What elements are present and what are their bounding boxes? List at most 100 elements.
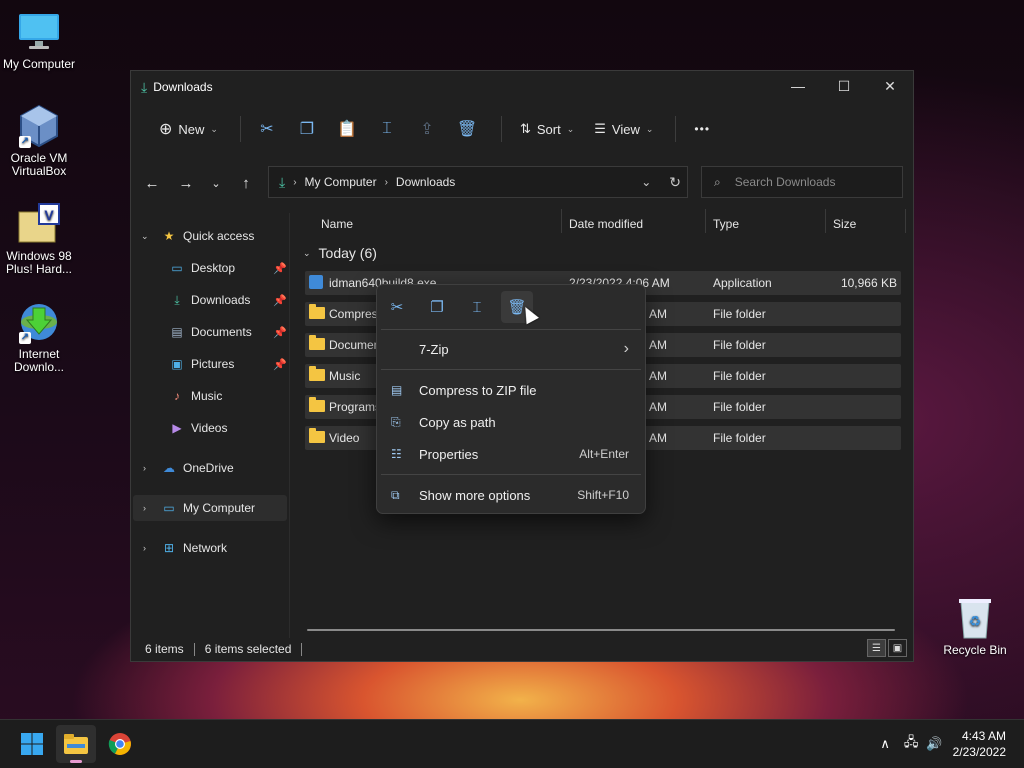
paste-button[interactable]: 📋	[331, 113, 363, 145]
column-header-size[interactable]: Size	[833, 213, 856, 235]
folder-icon	[309, 335, 325, 350]
menu-item-show-more-options[interactable]: ⧉ Show more options Shift+F10	[381, 481, 641, 509]
new-button[interactable]: ⊕ New ⌄	[151, 113, 226, 145]
tiles-view-icon: ▣	[892, 642, 903, 654]
copy-icon: ❐	[299, 121, 315, 138]
taskbar-file-explorer[interactable]	[56, 725, 96, 763]
tiles-view-button[interactable]: ▣	[888, 639, 907, 657]
column-divider[interactable]	[825, 209, 826, 233]
column-divider[interactable]	[561, 209, 562, 233]
view-button[interactable]: ☰ View ⌄	[586, 113, 661, 145]
desktop-icon-label: Windows 98 Plus! Hard...	[5, 249, 73, 276]
column-header-date[interactable]: Date modified	[569, 213, 643, 235]
context-copy-button[interactable]: ❐	[421, 291, 453, 323]
taskbar-chrome[interactable]	[100, 725, 140, 763]
svg-text:♻: ♻	[969, 614, 982, 630]
folder-icon	[309, 304, 325, 319]
sidebar-item-pictures[interactable]: ▣ Pictures 📌	[169, 351, 286, 377]
clock[interactable]: 4:43 AM 2/23/2022	[953, 728, 1006, 760]
svg-text:V: V	[44, 207, 54, 223]
column-divider[interactable]	[905, 209, 906, 233]
view-label: View	[611, 121, 640, 137]
sidebar-item-onedrive[interactable]: ☁ OneDrive	[161, 455, 234, 481]
clipboard-icon: 📋	[337, 121, 357, 138]
column-header-type[interactable]: Type	[713, 213, 739, 235]
sort-button[interactable]: ⇅ Sort ⌄	[512, 113, 582, 145]
sidebar-item-network[interactable]: ⊞ Network	[161, 535, 227, 561]
column-label: Size	[833, 217, 857, 231]
column-label: Name	[321, 217, 354, 231]
menu-item-properties[interactable]: ☷ Properties Alt+Enter	[381, 440, 641, 468]
up-button[interactable]: ↑	[233, 171, 259, 195]
desktop-icon-idm[interactable]: ↗ Internet Downlo...	[0, 300, 78, 374]
start-button[interactable]	[12, 725, 52, 763]
volume-icon[interactable]: 🔊	[926, 736, 942, 752]
sidebar-item-label: OneDrive	[183, 461, 234, 475]
refresh-icon[interactable]: ↻	[669, 174, 681, 191]
expand-chevron-icon[interactable]: ›	[143, 463, 146, 473]
trash-icon: 🗑	[456, 121, 478, 138]
menu-item-copy-as-path[interactable]: ⎘ Copy as path	[381, 408, 641, 436]
monitor-icon	[17, 10, 61, 54]
delete-button[interactable]: 🗑	[451, 113, 483, 145]
desktop-icon-windows98[interactable]: V Windows 98 Plus! Hard...	[0, 202, 78, 276]
address-bar[interactable]: ⤓ › My Computer › Downloads ⌄ ↻	[268, 166, 688, 198]
search-box[interactable]: ⌕ Search Downloads	[701, 166, 903, 198]
column-divider[interactable]	[705, 209, 706, 233]
menu-item-7zip[interactable]: 7-Zip ›	[381, 335, 641, 363]
column-header-name[interactable]: Name	[321, 213, 353, 235]
sidebar-item-my-computer[interactable]: ▭ My Computer	[161, 495, 255, 521]
pin-icon: 📌	[273, 294, 287, 307]
new-label: New	[178, 121, 205, 137]
sidebar-item-label: My Computer	[183, 501, 256, 515]
menu-item-shortcut: Alt+Enter	[579, 447, 629, 461]
details-view-button[interactable]: ☰	[867, 639, 886, 657]
minimize-button[interactable]: —	[775, 71, 821, 101]
context-rename-button[interactable]: ⌶	[461, 291, 493, 323]
desktop-icon-label: My Computer	[2, 57, 76, 71]
expand-chevron-icon[interactable]: ›	[143, 503, 146, 513]
status-divider	[193, 642, 195, 656]
sidebar-item-quick-access[interactable]: ★ Quick access	[161, 223, 255, 249]
maximize-button[interactable]: ☐	[821, 71, 867, 101]
sidebar-item-label: Network	[183, 541, 228, 555]
sidebar-item-videos[interactable]: ▶ Videos	[169, 415, 227, 441]
back-button[interactable]: ←	[139, 171, 165, 195]
zip-archive-icon: ▤	[391, 383, 403, 397]
menu-item-compress-zip[interactable]: ▤ Compress to ZIP file	[381, 376, 641, 404]
more-options-button[interactable]: •••	[686, 113, 718, 145]
close-button[interactable]: ✕	[867, 71, 913, 101]
expand-chevron-icon[interactable]: ⌄	[141, 231, 149, 242]
recent-locations-button[interactable]: ⌄	[203, 171, 229, 195]
desktop-icon-recycle-bin[interactable]: ♻ Recycle Bin	[936, 596, 1014, 657]
network-status-icon[interactable]: 🖧	[904, 733, 919, 755]
rename-button[interactable]: ⌶	[371, 113, 403, 145]
cut-button[interactable]: ✂	[251, 113, 283, 145]
sidebar-item-music[interactable]: ♪ Music	[169, 383, 222, 409]
arrow-left-icon: ←	[144, 174, 160, 192]
download-arrow-icon: ⤓	[141, 78, 148, 95]
breadcrumb-my-computer[interactable]: My Computer	[305, 175, 377, 189]
file-date: AM	[649, 431, 667, 445]
expand-chevron-icon[interactable]: ›	[143, 543, 146, 553]
desktop-icon-virtualbox[interactable]: ↗ Oracle VM VirtualBox	[0, 104, 78, 178]
context-cut-button[interactable]: ✂	[381, 291, 413, 323]
breadcrumb-downloads[interactable]: Downloads	[396, 175, 455, 189]
share-button[interactable]: ⇪	[411, 113, 443, 145]
desktop-icon-my-computer[interactable]: My Computer	[0, 10, 78, 71]
address-history-chevron-icon[interactable]: ⌄	[641, 175, 651, 189]
chevron-up-icon[interactable]: ∧	[880, 736, 890, 752]
folder-icon	[309, 428, 325, 443]
menu-separator	[381, 329, 641, 330]
sidebar-item-documents[interactable]: ▤ Documents 📌	[169, 319, 286, 345]
windows-logo-icon	[21, 733, 43, 755]
sidebar-item-downloads[interactable]: ⤓ Downloads 📌	[169, 287, 286, 313]
sidebar-item-desktop[interactable]: ▭ Desktop 📌	[169, 255, 286, 281]
copy-button[interactable]: ❐	[291, 113, 323, 145]
menu-item-label: Copy as path	[419, 414, 496, 430]
group-header-today[interactable]: ⌄ Today (6)	[303, 245, 377, 261]
forward-button[interactable]: →	[173, 171, 199, 195]
horizontal-scrollbar[interactable]	[307, 629, 895, 631]
breadcrumb-chevron-icon: ›	[384, 176, 388, 188]
context-menu-quick-actions: ✂ ❐ ⌶ 🗑	[381, 291, 533, 323]
